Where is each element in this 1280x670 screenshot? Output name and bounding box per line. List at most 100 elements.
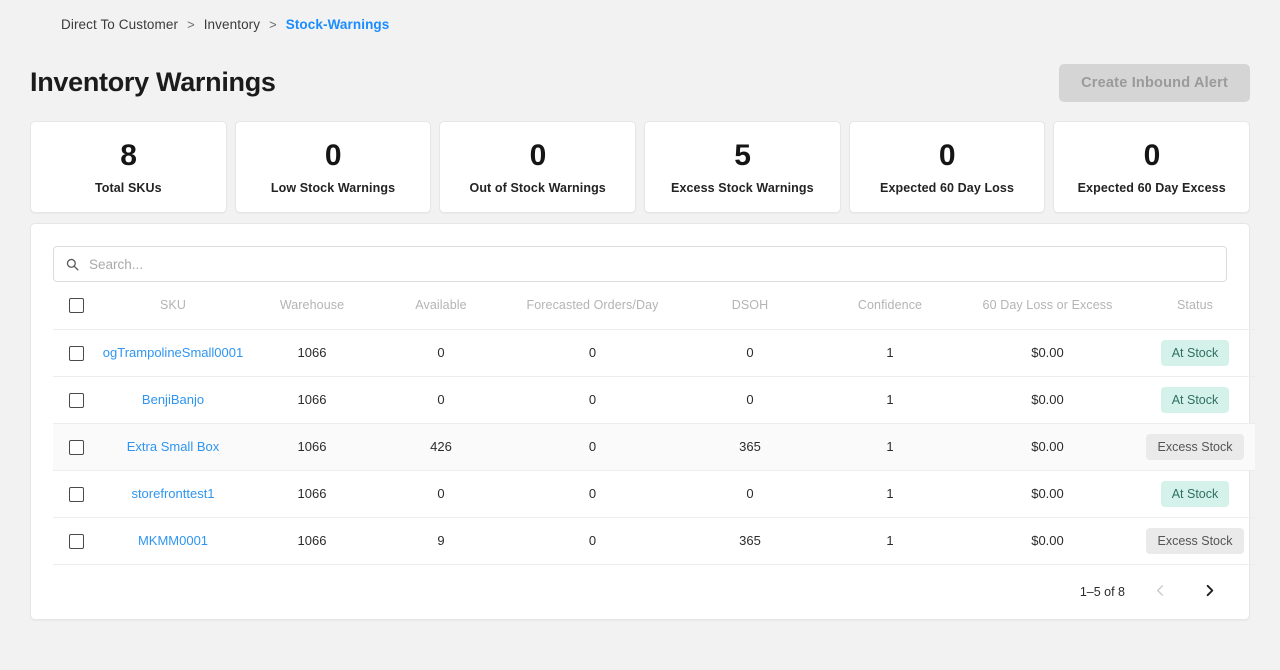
cell-status: At Stock — [1135, 376, 1255, 423]
cell-confidence: 1 — [820, 376, 960, 423]
cell-status: At Stock — [1135, 329, 1255, 376]
cell-loss-or-excess: $0.00 — [960, 329, 1135, 376]
cell-warehouse: 1066 — [247, 329, 377, 376]
status-badge: Excess Stock — [1146, 528, 1243, 554]
stat-value: 5 — [734, 139, 750, 173]
row-checkbox[interactable] — [69, 487, 84, 502]
stat-label: Expected 60 Day Excess — [1078, 181, 1226, 195]
cell-available: 0 — [377, 470, 505, 517]
row-select-cell — [53, 423, 99, 470]
column-header-loss-or-excess[interactable]: 60 Day Loss or Excess — [960, 282, 1135, 329]
cell-confidence: 1 — [820, 470, 960, 517]
sku-link[interactable]: MKMM0001 — [99, 533, 247, 548]
stats-row: 8 Total SKUs 0 Low Stock Warnings 0 Out … — [30, 121, 1250, 213]
cell-loss-or-excess: $0.00 — [960, 376, 1135, 423]
search-input[interactable] — [89, 257, 1214, 272]
column-header-sku[interactable]: SKU — [99, 282, 247, 329]
status-badge: Excess Stock — [1146, 434, 1243, 460]
cell-forecasted-orders-per-day: 0 — [505, 423, 680, 470]
cell-sku: MKMM0001 — [99, 517, 247, 564]
table-header-row: SKU Warehouse Available Forecasted Order… — [53, 282, 1255, 329]
stat-card-expected-60-day-loss: 0 Expected 60 Day Loss — [849, 121, 1046, 213]
sku-link[interactable]: storefronttest1 — [99, 486, 247, 501]
cell-available: 426 — [377, 423, 505, 470]
page-header: Inventory Warnings Create Inbound Alert — [30, 33, 1250, 99]
stat-value: 0 — [530, 139, 546, 173]
stat-label: Total SKUs — [95, 181, 162, 195]
stat-card-expected-60-day-excess: 0 Expected 60 Day Excess — [1053, 121, 1250, 213]
chevron-left-icon — [1153, 583, 1168, 601]
status-badge: At Stock — [1161, 387, 1230, 413]
cell-status: Excess Stock — [1135, 517, 1255, 564]
stat-label: Expected 60 Day Loss — [880, 181, 1014, 195]
status-badge: At Stock — [1161, 340, 1230, 366]
cell-confidence: 1 — [820, 517, 960, 564]
breadcrumb-item-direct-to-customer[interactable]: Direct To Customer — [61, 17, 178, 33]
cell-confidence: 1 — [820, 423, 960, 470]
inventory-warnings-table: SKU Warehouse Available Forecasted Order… — [53, 282, 1255, 565]
column-header-forecasted-orders-per-day[interactable]: Forecasted Orders/Day — [505, 282, 680, 329]
table-row[interactable]: BenjiBanjo 1066 0 0 0 1 $0.00 At Stock — [53, 376, 1255, 423]
row-select-cell — [53, 329, 99, 376]
breadcrumb-separator-icon: > — [269, 17, 277, 33]
stat-label: Low Stock Warnings — [271, 181, 395, 195]
breadcrumb-item-stock-warnings[interactable]: Stock-Warnings — [286, 17, 390, 33]
breadcrumb-separator-icon: > — [187, 17, 195, 33]
pagination-next-button[interactable] — [1196, 583, 1223, 601]
select-all-checkbox[interactable] — [69, 298, 84, 313]
cell-forecasted-orders-per-day: 0 — [505, 470, 680, 517]
page-title: Inventory Warnings — [30, 67, 276, 98]
table-row[interactable]: ogTrampolineSmall0001 1066 0 0 0 1 $0.00… — [53, 329, 1255, 376]
cell-forecasted-orders-per-day: 0 — [505, 376, 680, 423]
cell-sku: Extra Small Box — [99, 423, 247, 470]
create-inbound-alert-button[interactable]: Create Inbound Alert — [1059, 64, 1250, 102]
sku-link[interactable]: Extra Small Box — [99, 439, 247, 454]
cell-warehouse: 1066 — [247, 376, 377, 423]
stat-value: 0 — [939, 139, 955, 173]
stat-value: 8 — [120, 139, 136, 173]
stat-value: 0 — [1144, 139, 1160, 173]
cell-available: 0 — [377, 329, 505, 376]
cell-dsoh: 0 — [680, 470, 820, 517]
table-row[interactable]: storefronttest1 1066 0 0 0 1 $0.00 At St… — [53, 470, 1255, 517]
row-select-cell — [53, 517, 99, 564]
row-checkbox[interactable] — [69, 346, 84, 361]
row-checkbox[interactable] — [69, 393, 84, 408]
cell-dsoh: 0 — [680, 329, 820, 376]
column-header-dsoh[interactable]: DSOH — [680, 282, 820, 329]
sku-link[interactable]: ogTrampolineSmall0001 — [99, 345, 247, 360]
cell-available: 0 — [377, 376, 505, 423]
sku-link[interactable]: BenjiBanjo — [99, 392, 247, 407]
column-header-available[interactable]: Available — [377, 282, 505, 329]
table-row[interactable]: MKMM0001 1066 9 0 365 1 $0.00 Excess Sto… — [53, 517, 1255, 564]
cell-loss-or-excess: $0.00 — [960, 517, 1135, 564]
column-header-confidence[interactable]: Confidence — [820, 282, 960, 329]
pagination: 1–5 of 8 — [53, 565, 1227, 619]
stat-card-out-of-stock-warnings: 0 Out of Stock Warnings — [439, 121, 636, 213]
stat-card-excess-stock-warnings: 5 Excess Stock Warnings — [644, 121, 841, 213]
search-bar[interactable] — [53, 246, 1227, 282]
table-row[interactable]: Extra Small Box 1066 426 0 365 1 $0.00 E… — [53, 423, 1255, 470]
cell-sku: storefronttest1 — [99, 470, 247, 517]
cell-dsoh: 365 — [680, 517, 820, 564]
cell-available: 9 — [377, 517, 505, 564]
cell-warehouse: 1066 — [247, 470, 377, 517]
stat-card-low-stock-warnings: 0 Low Stock Warnings — [235, 121, 432, 213]
cell-warehouse: 1066 — [247, 423, 377, 470]
column-header-warehouse[interactable]: Warehouse — [247, 282, 377, 329]
stat-label: Excess Stock Warnings — [671, 181, 814, 195]
breadcrumb-item-inventory[interactable]: Inventory — [204, 17, 260, 33]
cell-status: Excess Stock — [1135, 423, 1255, 470]
cell-confidence: 1 — [820, 329, 960, 376]
cell-dsoh: 0 — [680, 376, 820, 423]
pagination-range-label: 1–5 of 8 — [1080, 585, 1125, 599]
row-checkbox[interactable] — [69, 440, 84, 455]
stat-label: Out of Stock Warnings — [470, 181, 606, 195]
column-header-status[interactable]: Status — [1135, 282, 1255, 329]
cell-warehouse: 1066 — [247, 517, 377, 564]
row-select-cell — [53, 376, 99, 423]
pagination-prev-button[interactable] — [1147, 583, 1174, 601]
breadcrumb: Direct To Customer > Inventory > Stock-W… — [30, 0, 1250, 33]
cell-sku: BenjiBanjo — [99, 376, 247, 423]
row-checkbox[interactable] — [69, 534, 84, 549]
